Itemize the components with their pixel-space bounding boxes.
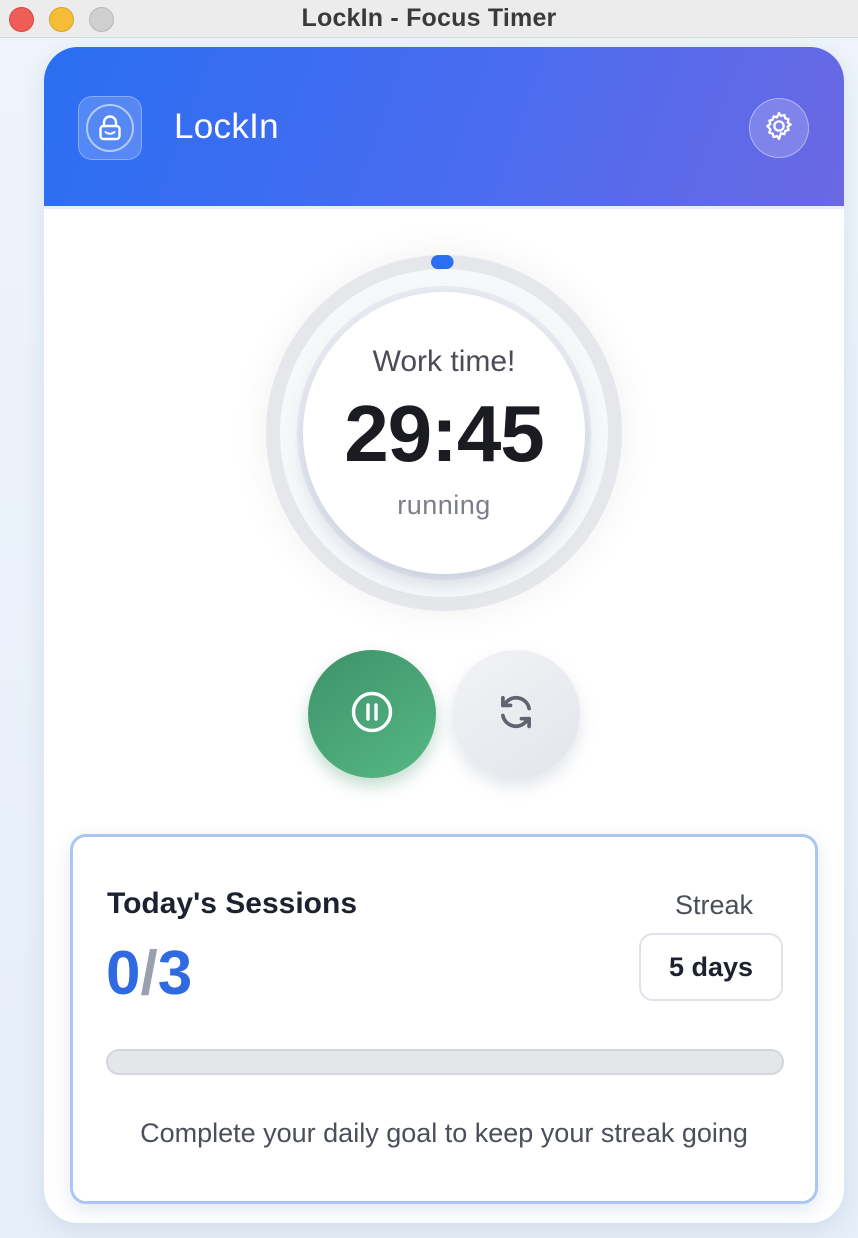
sessions-title: Today's Sessions bbox=[107, 887, 358, 920]
sessions-completed: 0 bbox=[106, 939, 141, 1008]
timer-dial: Work time! 29:45 running bbox=[265, 254, 623, 612]
app-header: LockIn bbox=[44, 47, 844, 209]
lock-icon bbox=[86, 104, 134, 152]
app-container: LockIn Work time! 29:45 running Today's … bbox=[44, 47, 844, 1223]
sessions-count: 0/3 bbox=[106, 937, 192, 1011]
timer-phase-label: Work time! bbox=[372, 345, 516, 378]
timer-face: Work time! 29:45 running bbox=[303, 292, 585, 574]
sessions-card: Today's Sessions 0/3 Streak 5 days Compl… bbox=[70, 834, 818, 1204]
reset-button[interactable] bbox=[452, 650, 580, 778]
app-logo bbox=[78, 96, 142, 160]
window-title: LockIn - Focus Timer bbox=[301, 4, 557, 32]
pause-button[interactable] bbox=[308, 650, 436, 778]
settings-button[interactable] bbox=[749, 98, 809, 158]
sessions-progress-bar bbox=[106, 1049, 784, 1075]
streak-label: Streak bbox=[674, 890, 754, 920]
streak-badge: 5 days bbox=[639, 933, 783, 1001]
timer-status-label: running bbox=[397, 490, 491, 520]
sessions-hint: Complete your daily goal to keep your st… bbox=[140, 1118, 748, 1148]
refresh-icon bbox=[495, 691, 537, 738]
sessions-goal: 3 bbox=[157, 939, 193, 1008]
window-titlebar: LockIn - Focus Timer bbox=[0, 0, 858, 38]
gear-icon bbox=[762, 109, 796, 148]
timer-time-display: 29:45 bbox=[344, 389, 545, 478]
app-name: LockIn bbox=[174, 107, 279, 146]
pause-icon bbox=[350, 690, 394, 739]
sessions-separator: / bbox=[140, 939, 158, 1008]
